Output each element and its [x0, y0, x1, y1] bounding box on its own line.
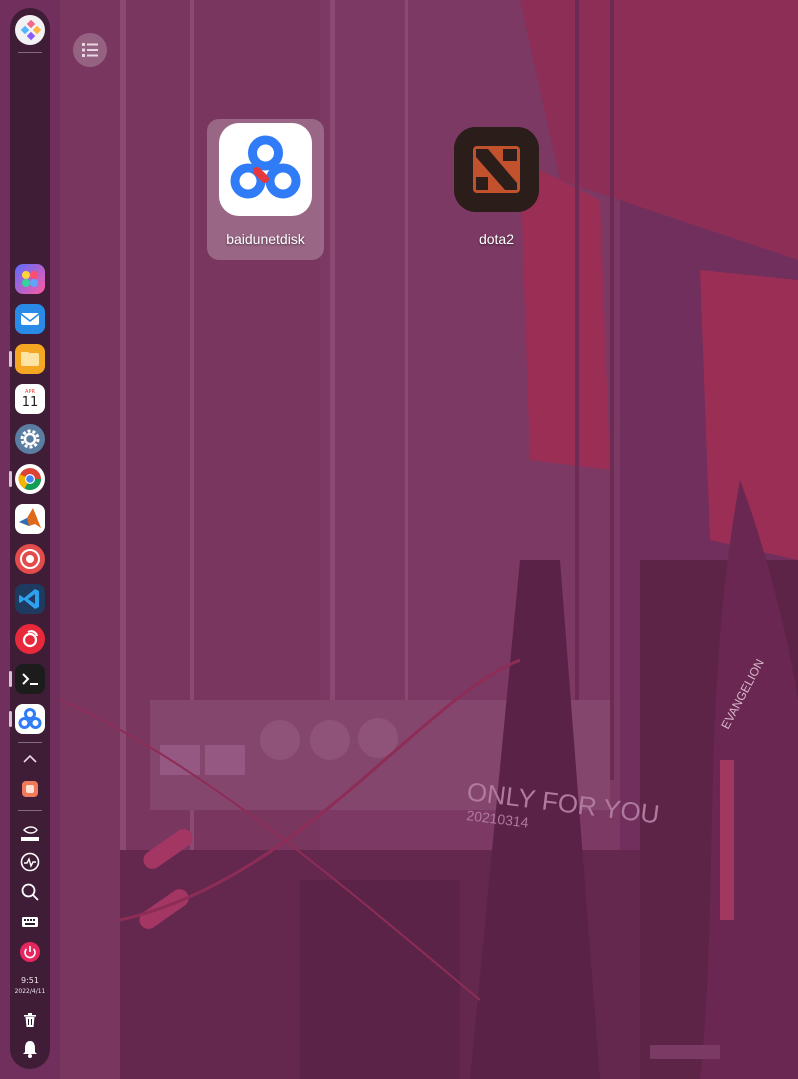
desktop-icon-label: baidunetdisk	[226, 231, 305, 247]
nvidia-icon[interactable]	[19, 822, 41, 844]
baidunetdisk-dock-icon[interactable]	[15, 704, 45, 734]
calendar-day: 11	[22, 395, 39, 410]
mail-icon[interactable]	[15, 304, 45, 334]
settings-icon[interactable]	[15, 424, 45, 454]
trash-icon[interactable]	[19, 1009, 41, 1031]
dock-separator	[18, 52, 42, 53]
clock[interactable]: 9:51 2022/4/11	[10, 976, 50, 995]
desktop-icon-label: dota2	[478, 231, 515, 247]
clock-time: 9:51	[21, 976, 39, 985]
matlab-icon[interactable]	[15, 504, 45, 534]
search-icon[interactable]	[19, 881, 41, 903]
app-grid-icon[interactable]	[15, 264, 45, 294]
desktop-wallpaper: ONLY FOR YOU 20210314 EVANGELION	[0, 0, 798, 1079]
terminal-icon[interactable]	[15, 664, 45, 694]
notification-bell-icon[interactable]	[19, 1038, 41, 1060]
dock-separator	[18, 810, 42, 811]
tray-app-icon[interactable]	[20, 779, 40, 799]
view-toggle-button[interactable]	[73, 33, 107, 67]
file-manager-icon[interactable]	[15, 344, 45, 374]
clock-date: 2022/4/11	[14, 988, 46, 995]
dock: APR 11 9:51 2022/4/11	[9, 8, 50, 1069]
desktop-icon-baidunetdisk[interactable]: baidunetdisk	[207, 119, 324, 260]
calendar-icon[interactable]: APR 11	[15, 384, 45, 414]
desktop-icon-dota2[interactable]: dota2	[438, 119, 555, 260]
power-icon[interactable]	[19, 941, 41, 963]
chrome-icon[interactable]	[15, 464, 45, 494]
running-indicator	[9, 671, 12, 687]
keyboard-icon[interactable]	[19, 911, 41, 933]
app-store-icon[interactable]	[15, 544, 45, 574]
baidunetdisk-icon	[219, 123, 312, 216]
vscode-icon[interactable]	[15, 584, 45, 614]
dock-separator	[18, 742, 42, 743]
running-indicator	[9, 351, 12, 367]
launcher-icon[interactable]	[15, 15, 45, 45]
chevron-up-icon[interactable]	[19, 748, 41, 770]
dota2-icon	[454, 127, 539, 212]
running-indicator	[9, 711, 12, 727]
running-indicator	[9, 471, 12, 487]
netease-music-icon[interactable]	[15, 624, 45, 654]
list-icon	[82, 43, 98, 57]
system-monitor-icon[interactable]	[19, 851, 41, 873]
